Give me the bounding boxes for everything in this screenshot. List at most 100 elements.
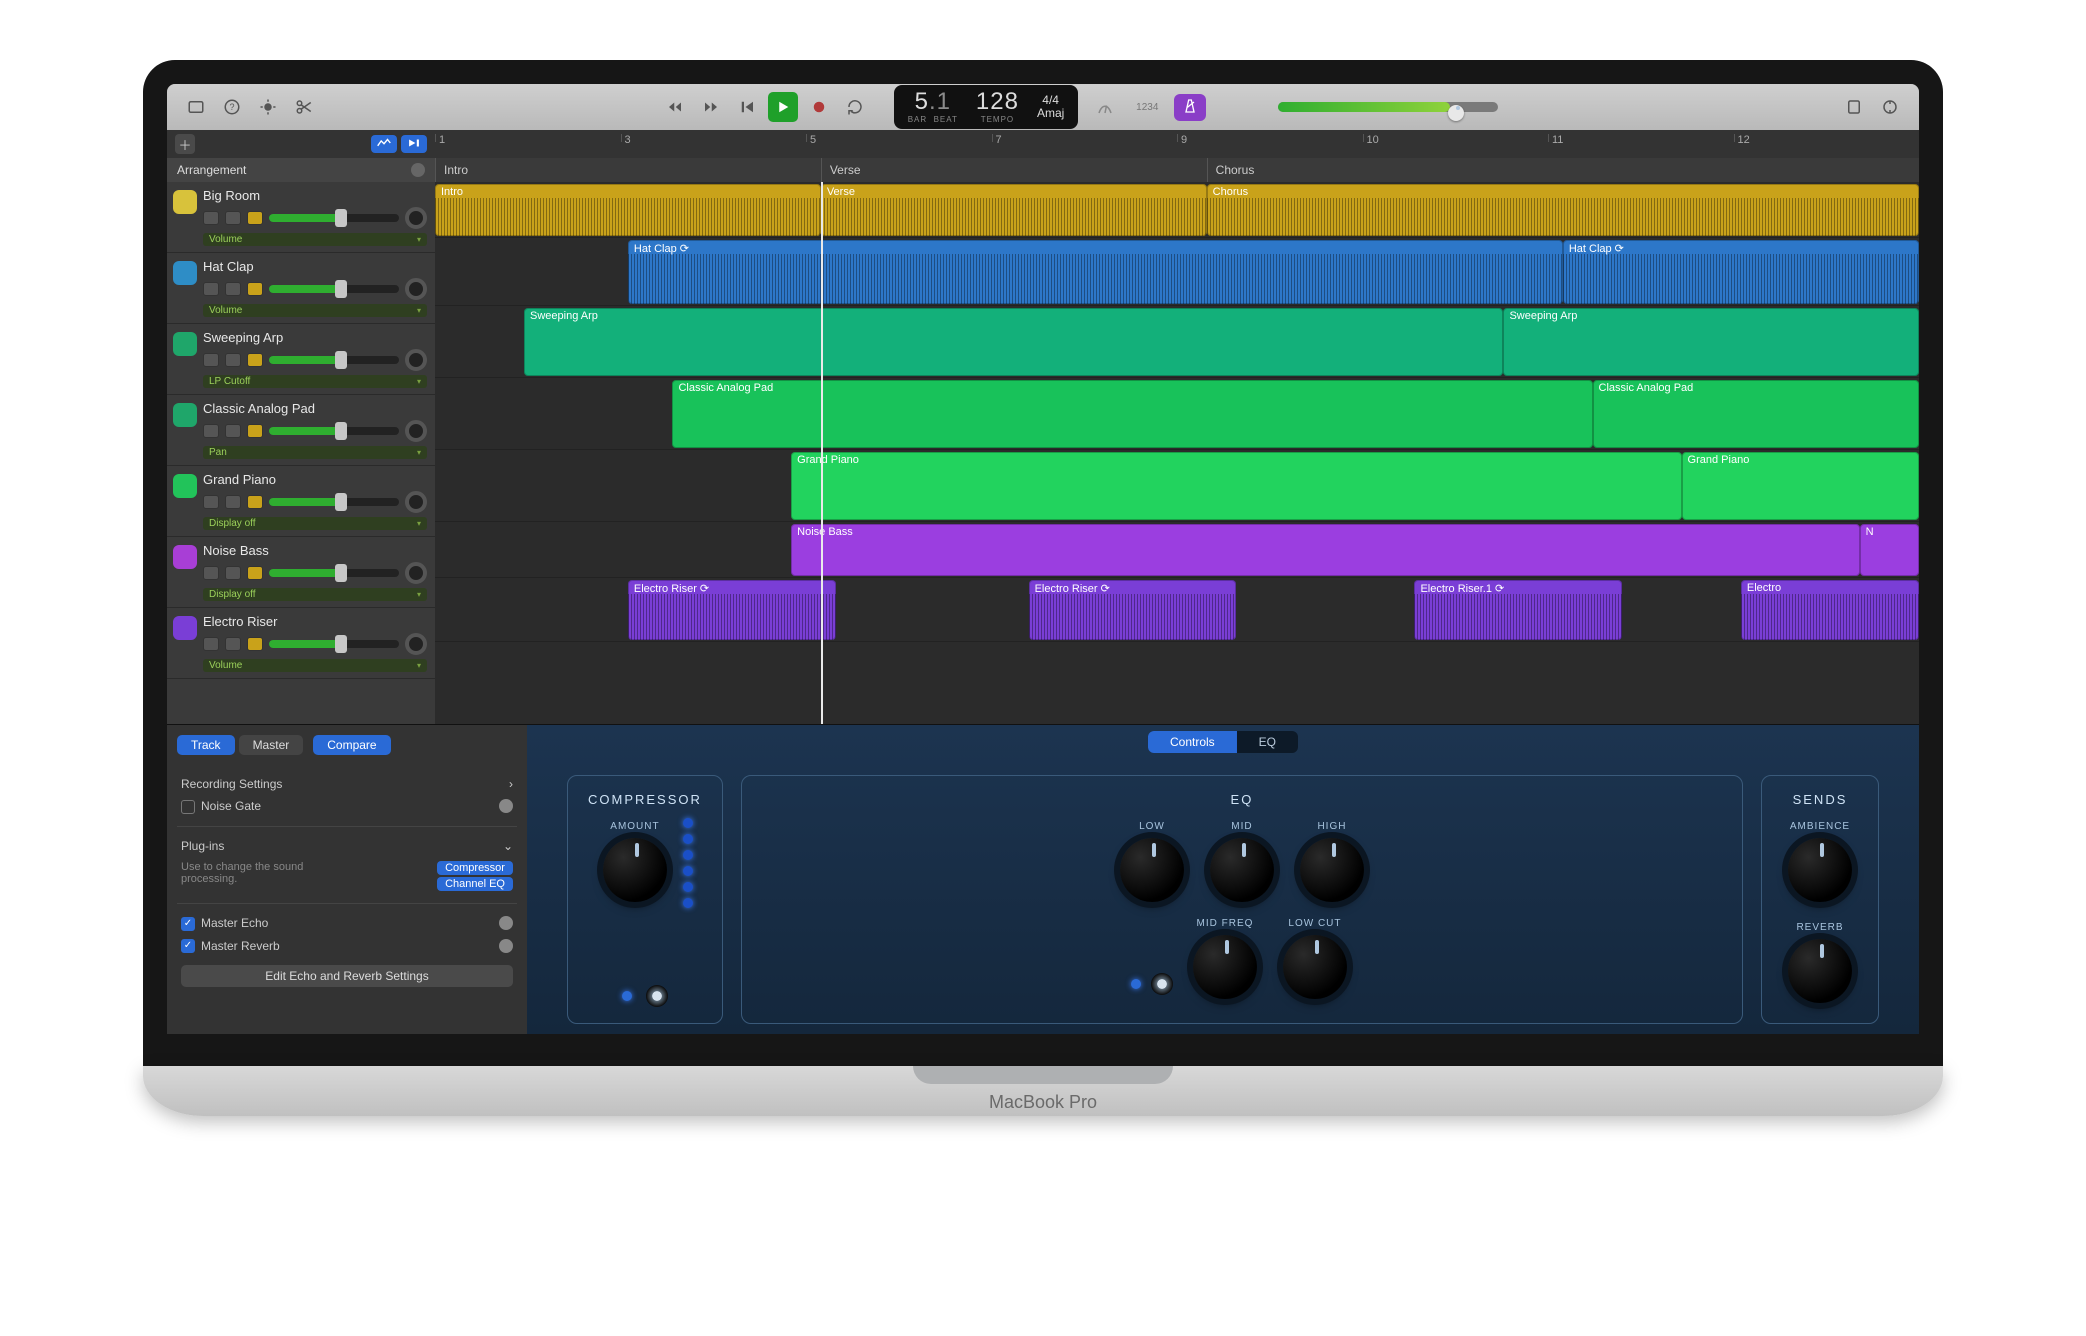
track-header[interactable]: Noise Bass Display off [167,537,435,608]
plugin-slot[interactable]: Channel EQ [437,877,513,891]
track-header[interactable]: Sweeping Arp LP Cutoff [167,324,435,395]
pan-knob[interactable] [405,207,427,229]
lcd-tempo[interactable]: 128 [976,89,1019,115]
send-reverb-knob[interactable] [1788,939,1852,1003]
automation-param-selector[interactable]: Pan [203,446,427,459]
catch-playhead-toggle[interactable] [401,135,427,153]
track-header[interactable]: Classic Analog PadPan [167,395,435,466]
mute-button[interactable] [203,424,219,438]
automation-param-selector[interactable]: Volume [203,233,427,246]
region[interactable]: Classic Analog Pad [672,380,1592,448]
tab-eq[interactable]: EQ [1237,731,1298,753]
region[interactable]: Classic Analog Pad [1593,380,1919,448]
region[interactable]: Electro [1741,580,1919,640]
automation-param-selector[interactable]: Display off [203,517,427,530]
track-header[interactable]: Big Room Volume [167,182,435,253]
input-monitor-button[interactable] [247,424,263,438]
close-icon[interactable] [411,163,425,177]
region[interactable]: Electro Riser.1 ⟳ [1414,580,1622,640]
volume-fader[interactable] [269,498,399,506]
lcd-display[interactable]: 5.1 BAR BEAT 128 TEMPO 4/4 Amaj [894,85,1079,128]
eq-toggle[interactable] [1131,979,1141,989]
cycle-button[interactable] [840,92,870,122]
track-name[interactable]: Noise Bass [203,543,427,558]
notepad-button[interactable] [1839,92,1869,122]
volume-fader[interactable] [269,640,399,648]
compare-button[interactable]: Compare [313,735,390,755]
noise-gate-checkbox[interactable] [181,800,195,814]
compressor-toggle[interactable] [622,991,632,1001]
eq-mid-knob[interactable] [1210,838,1274,902]
solo-button[interactable] [225,424,241,438]
track-name[interactable]: Big Room [203,188,427,203]
solo-button[interactable] [225,353,241,367]
volume-fader[interactable] [269,214,399,222]
metronome-button[interactable] [1174,94,1206,121]
help-button[interactable]: ? [217,92,247,122]
bar-ruler[interactable]: 1357910111213 [435,130,1919,158]
track-header[interactable]: Electro Riser Volume [167,608,435,679]
input-monitor-button[interactable] [247,566,263,580]
pan-knob[interactable] [405,633,427,655]
region[interactable]: N [1860,524,1919,576]
track-name[interactable]: Electro Riser [203,614,427,629]
master-volume-slider[interactable] [1278,102,1498,112]
input-monitor-button[interactable] [247,353,263,367]
arrangement-heading[interactable]: Arrangement [167,158,435,182]
solo-button[interactable] [225,566,241,580]
loops-browser-button[interactable] [1875,92,1905,122]
pan-knob[interactable] [405,420,427,442]
track-header[interactable]: Grand Piano Display off [167,466,435,537]
plugin-slot[interactable]: Compressor [437,861,513,875]
input-monitor-button[interactable] [247,637,263,651]
region[interactable]: Grand Piano [1682,452,1919,520]
region[interactable]: Sweeping Arp [524,308,1503,376]
scissors-button[interactable] [289,92,319,122]
eq-low-knob[interactable] [1120,838,1184,902]
tab-master[interactable]: Master [239,735,304,755]
region[interactable]: Electro Riser ⟳ [1029,580,1237,640]
library-button[interactable] [181,92,211,122]
automation-param-selector[interactable]: Display off [203,588,427,601]
rewind-button[interactable] [660,92,690,122]
mute-button[interactable] [203,566,219,580]
track-name[interactable]: Grand Piano [203,472,427,487]
edit-echo-reverb-button[interactable]: Edit Echo and Reverb Settings [181,965,513,987]
record-button[interactable] [804,92,834,122]
region[interactable]: Hat Clap ⟳ [1563,240,1919,304]
pan-knob[interactable] [405,278,427,300]
add-track-button[interactable]: ＋ [175,134,195,154]
quick-help-button[interactable] [253,92,283,122]
automation-param-selector[interactable]: Volume [203,304,427,317]
mute-button[interactable] [203,282,219,296]
master-reverb-checkbox[interactable] [181,939,195,953]
pan-knob[interactable] [405,491,427,513]
arrangement-marker[interactable]: Intro [435,158,821,182]
region[interactable]: Hat Clap ⟳ [628,240,1563,304]
arrangement-marker[interactable]: Verse [821,158,1207,182]
count-in-button[interactable]: 1234 [1132,92,1162,122]
automation-param-selector[interactable]: LP Cutoff [203,375,427,388]
volume-fader[interactable] [269,285,399,293]
pan-knob[interactable] [405,562,427,584]
volume-fader[interactable] [269,427,399,435]
plugins-heading[interactable]: Plug-ins ⌄ [181,835,513,857]
mute-button[interactable] [203,211,219,225]
pan-knob[interactable] [405,349,427,371]
solo-button[interactable] [225,495,241,509]
input-monitor-button[interactable] [247,211,263,225]
compressor-amount-knob[interactable] [603,838,667,902]
track-name[interactable]: Sweeping Arp [203,330,427,345]
solo-button[interactable] [225,211,241,225]
play-button[interactable] [768,92,798,122]
region[interactable]: Electro Riser ⟳ [628,580,836,640]
solo-button[interactable] [225,637,241,651]
forward-button[interactable] [696,92,726,122]
input-monitor-button[interactable] [247,495,263,509]
region[interactable]: Verse [821,184,1207,236]
region[interactable]: Sweeping Arp [1503,308,1919,376]
automation-param-selector[interactable]: Volume [203,659,427,672]
volume-fader[interactable] [269,356,399,364]
recording-settings-heading[interactable]: Recording Settings › [181,773,513,795]
mute-button[interactable] [203,353,219,367]
